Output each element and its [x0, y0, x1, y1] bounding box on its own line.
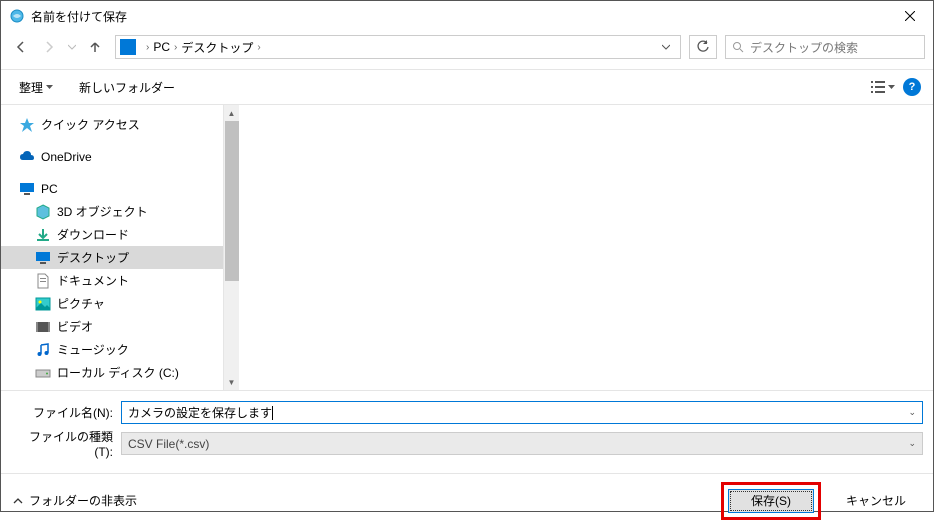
cancel-button[interactable]: キャンセル: [831, 489, 921, 513]
forward-button[interactable]: [37, 35, 61, 59]
tree-music[interactable]: ミュージック: [1, 338, 223, 361]
navigation-tree[interactable]: クイック アクセス OneDrive PC 3D オブジェクト ダウンロード デ…: [1, 105, 223, 390]
up-button[interactable]: [83, 35, 107, 59]
recent-dropdown[interactable]: [65, 35, 79, 59]
scroll-down-icon[interactable]: ▼: [224, 374, 239, 390]
refresh-button[interactable]: [689, 35, 717, 59]
pc-icon: [19, 181, 35, 197]
cube-icon: [35, 204, 51, 220]
file-list-area[interactable]: [239, 105, 933, 390]
scroll-up-icon[interactable]: ▲: [224, 105, 239, 121]
chevron-down-icon: ⌄: [908, 438, 916, 449]
tree-quickaccess[interactable]: クイック アクセス: [1, 113, 223, 136]
star-icon: [19, 117, 35, 133]
tree-desktop[interactable]: デスクトップ: [1, 246, 223, 269]
chevron-right-icon: ›: [146, 42, 149, 53]
close-button[interactable]: [887, 1, 933, 31]
chevron-right-icon: ›: [174, 42, 177, 53]
picture-icon: [35, 296, 51, 312]
hide-folders-toggle[interactable]: フォルダーの非表示: [13, 492, 137, 509]
save-button[interactable]: 保存(S): [728, 489, 814, 513]
scroll-thumb[interactable]: [225, 121, 239, 281]
filename-input[interactable]: カメラの設定を保存します ⌄: [121, 401, 923, 424]
chevron-down-icon[interactable]: ⌄: [908, 407, 916, 418]
breadcrumb-pc[interactable]: PC: [153, 40, 170, 54]
tree-pc[interactable]: PC: [1, 178, 223, 200]
filetype-label: ファイルの種類(T):: [11, 428, 121, 459]
back-button[interactable]: [9, 35, 33, 59]
chevron-down-icon: [888, 85, 895, 89]
search-input[interactable]: デスクトップの検索: [725, 35, 925, 59]
music-icon: [35, 342, 51, 358]
address-bar[interactable]: › PC › デスクトップ ›: [115, 35, 681, 59]
tree-documents[interactable]: ドキュメント: [1, 269, 223, 292]
breadcrumb-desktop[interactable]: デスクトップ: [181, 39, 253, 56]
filename-label: ファイル名(N):: [11, 404, 121, 421]
chevron-right-icon: ›: [257, 42, 260, 53]
view-options[interactable]: [871, 81, 895, 93]
download-icon: [35, 227, 51, 243]
help-button[interactable]: ?: [903, 78, 921, 96]
address-dropdown[interactable]: [656, 40, 676, 54]
app-icon: [9, 8, 25, 24]
new-folder-button[interactable]: 新しいフォルダー: [73, 75, 181, 100]
document-icon: [35, 273, 51, 289]
chevron-up-icon: [13, 496, 23, 506]
filetype-select[interactable]: CSV File(*.csv) ⌄: [121, 432, 923, 455]
organize-menu[interactable]: 整理: [13, 75, 59, 100]
tree-scrollbar[interactable]: ▲ ▼: [223, 105, 239, 390]
tree-pictures[interactable]: ピクチャ: [1, 292, 223, 315]
tree-localdisk[interactable]: ローカル ディスク (C:): [1, 361, 223, 384]
cloud-icon: [19, 149, 35, 165]
drive-icon: [35, 365, 51, 381]
tree-downloads[interactable]: ダウンロード: [1, 223, 223, 246]
tree-onedrive[interactable]: OneDrive: [1, 146, 223, 168]
video-icon: [35, 319, 51, 335]
search-placeholder: デスクトップの検索: [750, 39, 858, 56]
window-title: 名前を付けて保存: [31, 8, 887, 25]
tree-videos[interactable]: ビデオ: [1, 315, 223, 338]
highlight-annotation: 保存(S): [721, 482, 821, 520]
tree-3dobjects[interactable]: 3D オブジェクト: [1, 200, 223, 223]
chevron-down-icon: [46, 85, 53, 89]
desktop-icon: [35, 250, 51, 266]
search-icon: [732, 41, 744, 53]
pc-icon: [120, 39, 136, 55]
